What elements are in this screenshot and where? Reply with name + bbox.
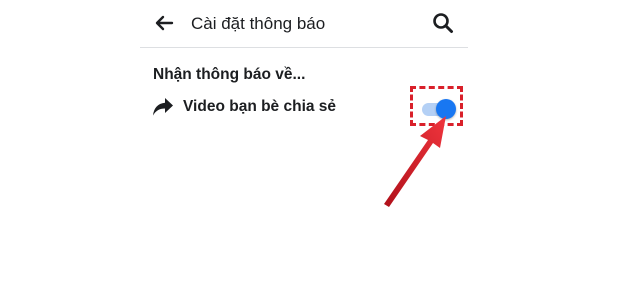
search-icon[interactable]	[432, 12, 454, 34]
setting-label: Video bạn bè chia sẻ	[183, 98, 337, 115]
app-header: Cài đặt thông báo	[140, 0, 468, 48]
section-heading: Nhận thông báo về...	[153, 66, 306, 83]
share-icon	[153, 98, 173, 116]
page-title: Cài đặt thông báo	[191, 14, 326, 33]
pointer-arrow-annotation	[384, 116, 446, 207]
back-arrow-icon[interactable]	[154, 13, 174, 33]
